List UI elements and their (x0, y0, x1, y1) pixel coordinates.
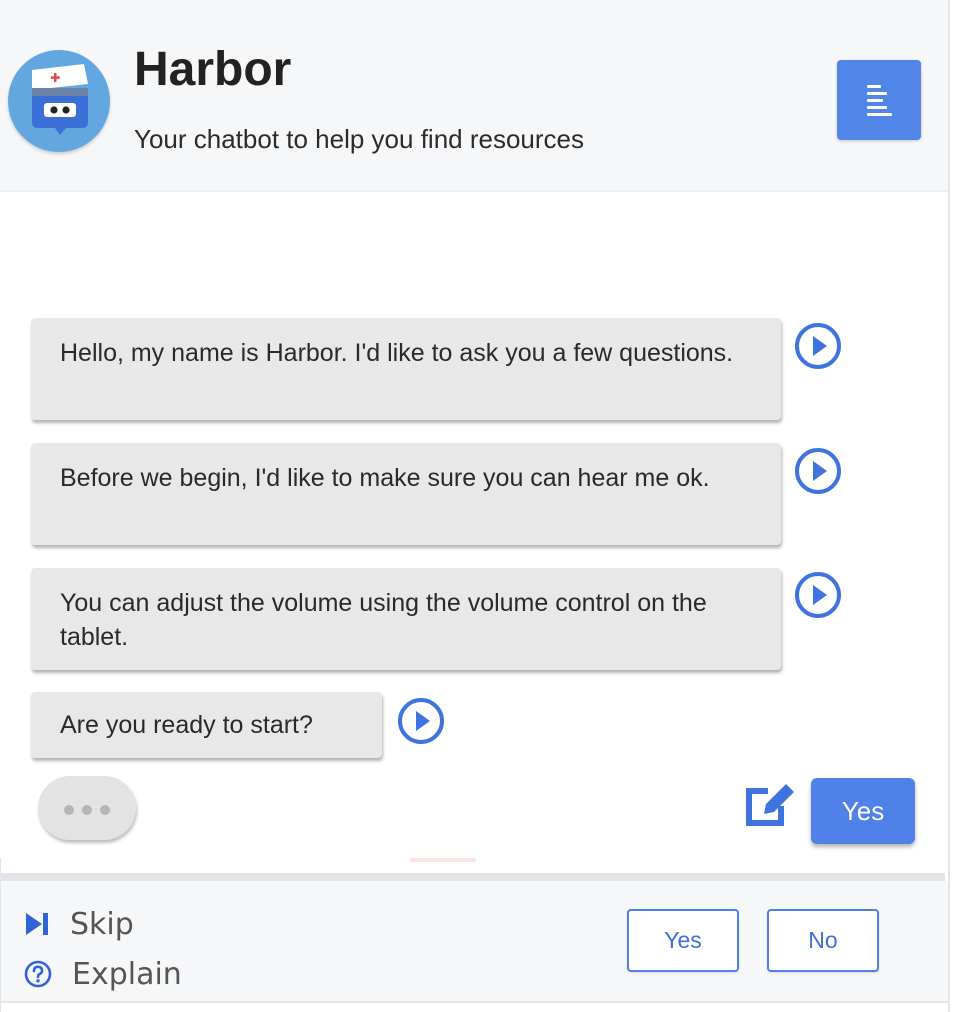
edit-icon[interactable] (742, 776, 796, 828)
bot-message: Hello, my name is Harbor. I'd like to as… (31, 318, 781, 420)
explain-label: Explain (72, 956, 182, 992)
play-audio-icon[interactable] (794, 447, 842, 495)
play-audio-icon[interactable] (397, 697, 445, 745)
skip-icon (26, 913, 48, 935)
chat-header: Harbor Your chatbot to help you find res… (0, 0, 948, 192)
play-audio-icon[interactable] (794, 322, 842, 370)
explain-button[interactable]: Explain (24, 952, 182, 996)
nurse-robot-icon (8, 50, 110, 152)
typing-indicator (38, 776, 136, 840)
frame-border (948, 0, 950, 1012)
divider (1, 873, 945, 881)
decorative-mark (410, 858, 476, 862)
answer-yes-button[interactable]: Yes (627, 909, 739, 972)
skip-label: Skip (70, 906, 134, 942)
help-icon (24, 960, 52, 988)
bot-message: You can adjust the volume using the volu… (31, 568, 781, 670)
quick-reply-yes-button[interactable]: Yes (811, 778, 915, 844)
play-audio-icon[interactable] (794, 571, 842, 619)
answer-no-button[interactable]: No (767, 909, 879, 972)
skip-button[interactable]: Skip (24, 902, 134, 946)
page-title: Harbor (134, 43, 292, 96)
bot-message: Are you ready to start? (31, 692, 382, 758)
page-subtitle: Your chatbot to help you find resources (134, 124, 584, 154)
menu-button[interactable] (837, 60, 921, 140)
bot-message: Before we begin, I'd like to make sure y… (31, 443, 781, 545)
